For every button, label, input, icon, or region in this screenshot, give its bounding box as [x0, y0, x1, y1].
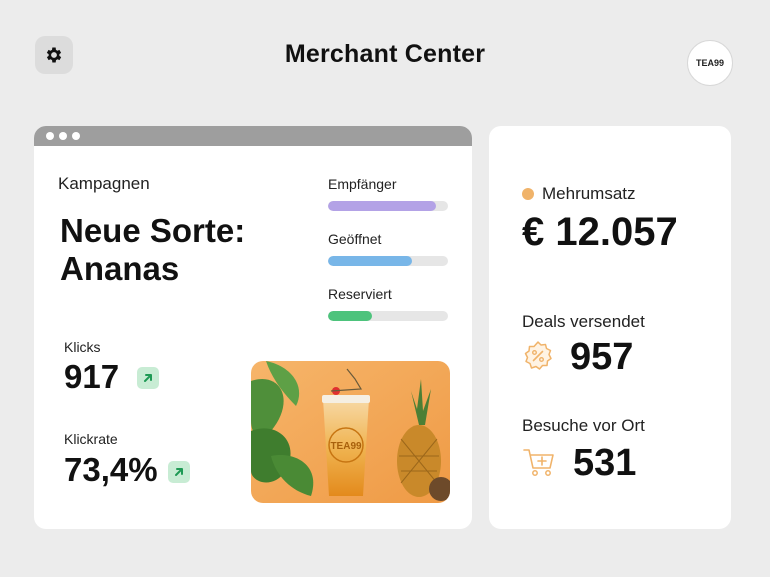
- clicks-trend-badge: [137, 367, 159, 389]
- bar-label: Reserviert: [328, 286, 392, 302]
- bar-empfaenger: Empfänger: [328, 176, 448, 211]
- clickrate-label: Klickrate: [64, 431, 118, 447]
- funnel-bars: Empfänger Geöffnet Reserviert: [328, 176, 448, 341]
- bar-track: [328, 201, 448, 211]
- clicks-label: Klicks: [64, 339, 101, 355]
- campaign-title: Neue Sorte: Ananas: [60, 212, 280, 288]
- bar-geoeffnet: Geöffnet: [328, 231, 448, 266]
- deals-value: 957: [570, 336, 634, 378]
- avatar[interactable]: TEA99: [687, 40, 733, 86]
- mehrumsatz-value: € 12.057: [522, 210, 678, 254]
- section-label: Kampagnen: [58, 174, 150, 193]
- bar-fill: [328, 201, 436, 211]
- window-dot: [46, 132, 54, 140]
- stats-card: Mehrumsatz € 12.057 Deals versendet 957 …: [489, 126, 731, 529]
- svg-text:TEA99: TEA99: [330, 441, 362, 452]
- mehrumsatz-dot: [522, 188, 534, 200]
- window-dot: [72, 132, 80, 140]
- shopping-cart-icon: [523, 449, 554, 476]
- bar-track: [328, 311, 448, 321]
- campaign-card: Kampagnen Neue Sorte: Ananas Empfänger G…: [34, 126, 472, 529]
- bar-track: [328, 256, 448, 266]
- avatar-logo: TEA99: [695, 57, 724, 68]
- arrow-up-right-icon: [144, 374, 152, 382]
- bar-fill: [328, 311, 373, 321]
- clickrate-value: 73,4%: [64, 451, 158, 488]
- arrow-up-right-icon: [175, 468, 183, 476]
- page-title: Merchant Center: [284, 40, 486, 68]
- mehrumsatz-label: Mehrumsatz: [542, 184, 636, 203]
- bar-label: Geöffnet: [328, 231, 382, 247]
- pineapple-drink-image: TEA99: [251, 361, 450, 503]
- visits-value: 531: [573, 442, 637, 484]
- browser-title-bar: [34, 126, 472, 146]
- percent-badge-icon: [524, 341, 552, 370]
- bar-reserviert: Reserviert: [328, 286, 448, 321]
- bar-fill: [328, 256, 412, 266]
- clickrate-trend-badge: [168, 461, 190, 483]
- window-dot: [59, 132, 67, 140]
- campaign-title-line2: Ananas: [60, 250, 180, 287]
- product-image: TEA99: [251, 361, 450, 503]
- deals-label: Deals versendet: [522, 312, 645, 331]
- bar-label: Empfänger: [328, 176, 397, 192]
- clicks-value: 917: [64, 358, 120, 395]
- visits-label: Besuche vor Ort: [522, 416, 645, 435]
- campaign-title-line1: Neue Sorte:: [60, 212, 246, 249]
